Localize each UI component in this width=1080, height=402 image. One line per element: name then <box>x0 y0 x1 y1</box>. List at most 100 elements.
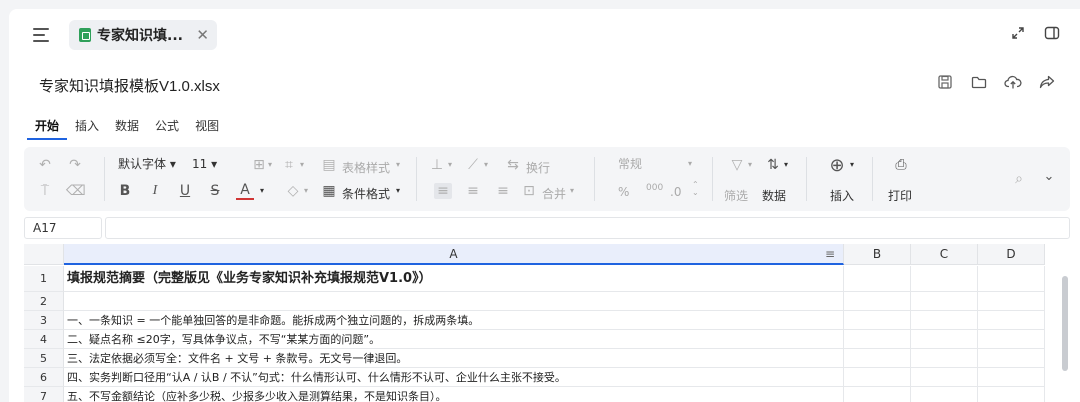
row-number[interactable]: 3 <box>24 311 64 330</box>
text-rotate-icon[interactable]: ⟋ <box>464 157 482 173</box>
cell-b1[interactable] <box>844 266 911 292</box>
row-number[interactable]: 7 <box>24 387 64 402</box>
column-header-d[interactable]: D <box>978 244 1045 265</box>
column-header-b[interactable]: B <box>844 244 911 265</box>
cell-a7[interactable]: 五、不写金额结论（应补多少税、少报多少收入是测算结果，不是知识条目）。 <box>64 387 844 402</box>
share-icon[interactable] <box>1038 73 1058 93</box>
tab-formula[interactable]: 公式 <box>147 118 187 140</box>
cell-border-icon[interactable]: ⌗ <box>280 157 298 173</box>
cell-a5[interactable]: 三、法定依据必须写全：文件名 + 文号 + 条款号。无文号一律退回。 <box>64 349 844 368</box>
undo-icon[interactable]: ↶ <box>36 157 54 173</box>
cell-c1[interactable] <box>911 266 978 292</box>
data-label[interactable]: 数据 <box>762 187 786 204</box>
cell-b3[interactable] <box>844 311 911 330</box>
close-tab-icon[interactable]: ✕ <box>196 26 209 44</box>
cell-d6[interactable] <box>978 368 1045 387</box>
percent-button[interactable]: % <box>618 185 629 199</box>
document-tab[interactable]: 专家知识填... ✕ <box>69 20 217 50</box>
strikethrough-icon[interactable]: S <box>206 183 224 199</box>
format-painter-icon[interactable]: ⍑ <box>36 183 54 199</box>
row-number[interactable]: 1 <box>24 266 64 292</box>
save-icon[interactable] <box>936 73 956 93</box>
cell-b5[interactable] <box>844 349 911 368</box>
font-color-icon[interactable]: A <box>236 182 254 200</box>
decimal-stepper[interactable]: ⌃ ⌄ <box>692 181 699 197</box>
fill-color-icon[interactable]: ◇ <box>284 183 302 199</box>
cell-a6[interactable]: 四、实务判断口径用“认A / 认B / 不认”句式：什么情形认可、什么情形不认可… <box>64 368 844 387</box>
cell-c4[interactable] <box>911 330 978 349</box>
upload-cloud-icon[interactable] <box>1004 73 1024 93</box>
cell-c6[interactable] <box>911 368 978 387</box>
vertical-scrollbar[interactable] <box>1062 276 1068 371</box>
wrap-text-icon[interactable]: ⇆ <box>504 157 522 173</box>
cell-a1[interactable]: 填报规范摘要（完整版见《业务专家知识补充填报规范V1.0》） <box>64 266 844 292</box>
cell-a2[interactable] <box>64 292 844 311</box>
number-format-select[interactable]: 常规 ▾ <box>614 153 696 175</box>
vertical-align-icon[interactable]: ⊥ <box>428 157 446 173</box>
clear-format-icon[interactable]: ⌫ <box>66 183 86 199</box>
expand-icon[interactable] <box>1009 25 1027 43</box>
font-name-select[interactable]: 默认字体 ▾ <box>114 153 184 175</box>
redo-icon[interactable]: ↷ <box>66 157 84 173</box>
cell-d3[interactable] <box>978 311 1045 330</box>
print-icon[interactable]: ⎙ <box>892 157 910 173</box>
cell-b6[interactable] <box>844 368 911 387</box>
row-number[interactable]: 5 <box>24 349 64 368</box>
cell-c3[interactable] <box>911 311 978 330</box>
row-number[interactable]: 4 <box>24 330 64 349</box>
borders-icon[interactable]: ⊞ <box>250 157 268 173</box>
font-size-select[interactable]: 11 ▾ <box>188 153 228 175</box>
underline-icon[interactable]: U <box>176 183 194 199</box>
cell-b7[interactable] <box>844 387 911 402</box>
column-header-c[interactable]: C <box>911 244 978 265</box>
decimal-button[interactable]: .0 <box>670 185 681 199</box>
bold-icon[interactable]: B <box>116 183 134 199</box>
align-right-icon[interactable]: ≡ <box>494 183 512 199</box>
cell-d1[interactable] <box>978 266 1045 292</box>
tab-view[interactable]: 视图 <box>187 118 227 140</box>
cell-d4[interactable] <box>978 330 1045 349</box>
chevron-down-icon[interactable]: ⌄ <box>1040 169 1058 184</box>
menu-icon[interactable] <box>33 27 51 43</box>
cell-c5[interactable] <box>911 349 978 368</box>
sort-data-icon[interactable]: ⇅ <box>764 157 782 173</box>
align-center-icon[interactable]: ≡ <box>464 183 482 199</box>
folder-icon[interactable] <box>970 73 990 93</box>
italic-icon[interactable]: I <box>146 183 164 199</box>
cell-a4[interactable]: 二、疑点名称 ≤20字，写具体争议点，不写“某某方面的问题”。 <box>64 330 844 349</box>
sidebar-panel-icon[interactable] <box>1043 25 1061 43</box>
cell-b2[interactable] <box>844 292 911 311</box>
table-style-icon[interactable]: ▤ <box>320 157 338 173</box>
conditional-format-icon[interactable]: ▦ <box>320 183 338 199</box>
tab-home[interactable]: 开始 <box>27 118 68 140</box>
font-color-dropdown[interactable]: ▾ <box>260 186 264 195</box>
corner-select-all[interactable] <box>24 244 64 265</box>
merge-button[interactable]: 合并 <box>542 185 566 202</box>
thousands-button[interactable]: 000 <box>646 183 663 193</box>
cell-b4[interactable] <box>844 330 911 349</box>
filter-list-icon[interactable]: ≡ <box>825 244 835 265</box>
conditional-format-button[interactable]: 条件格式 <box>342 185 390 202</box>
row-number[interactable]: 6 <box>24 368 64 387</box>
cell-d7[interactable] <box>978 387 1045 402</box>
merge-icon[interactable]: ⊡ <box>520 183 538 199</box>
cell-d5[interactable] <box>978 349 1045 368</box>
wrap-text-button[interactable]: 换行 <box>526 159 550 176</box>
cell-reference-box[interactable]: A17 <box>24 217 102 239</box>
column-header-a[interactable]: A ≡ <box>64 244 844 265</box>
insert-label[interactable]: 插入 <box>830 187 854 204</box>
cell-c2[interactable] <box>911 292 978 311</box>
formula-input[interactable] <box>105 217 1070 239</box>
table-style-button[interactable]: 表格样式 <box>342 159 390 176</box>
tab-data[interactable]: 数据 <box>107 118 147 140</box>
insert-plus-icon[interactable]: ⊕ <box>828 155 846 176</box>
search-icon[interactable]: ⌕ <box>1010 171 1028 187</box>
align-left-icon[interactable]: ≡ <box>434 183 452 199</box>
cell-a3[interactable]: 一、一条知识 = 一个能单独回答的是非命题。能拆成两个独立问题的，拆成两条填。 <box>64 311 844 330</box>
tab-insert[interactable]: 插入 <box>67 118 107 140</box>
print-label[interactable]: 打印 <box>888 187 912 204</box>
filter-icon[interactable]: ▽ <box>728 157 746 173</box>
cell-c7[interactable] <box>911 387 978 402</box>
cell-d2[interactable] <box>978 292 1045 311</box>
filter-label[interactable]: 筛选 <box>724 187 748 204</box>
